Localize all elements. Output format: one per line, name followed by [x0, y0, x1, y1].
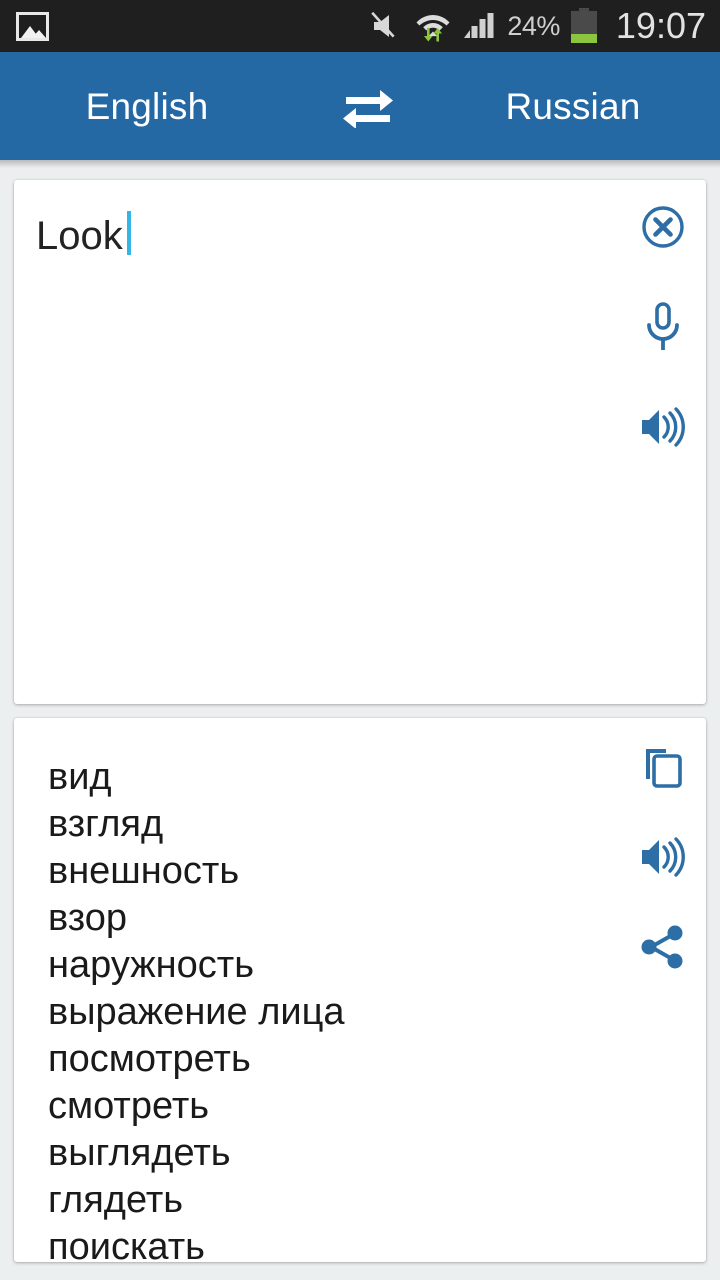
translation-actions	[634, 738, 692, 976]
status-bar: 24% 19:07	[0, 0, 720, 52]
share-icon	[641, 925, 683, 969]
listen-source-button[interactable]	[634, 398, 692, 456]
list-item: глядеть	[48, 1179, 184, 1221]
signal-icon	[464, 13, 494, 38]
text-caret	[126, 211, 131, 255]
list-item: выражение лица	[48, 991, 345, 1033]
copy-button[interactable]	[634, 738, 692, 796]
source-language-button[interactable]: English	[0, 88, 320, 125]
voice-input-button[interactable]	[634, 298, 692, 356]
speaker-icon	[642, 407, 685, 447]
microphone-icon	[647, 302, 679, 350]
source-actions	[634, 198, 692, 456]
swap-languages-button[interactable]	[320, 84, 416, 128]
translation-list: вид взгляд внешность взор наружность выр…	[48, 754, 576, 1262]
swap-horizontal-icon	[343, 90, 393, 128]
copy-icon	[646, 749, 682, 788]
list-item: внешность	[48, 850, 240, 892]
sound-off-icon	[371, 11, 395, 38]
battery-percentage: 24%	[507, 10, 560, 41]
app-screen: 24% 19:07 English Russian Look вид взгля…	[0, 0, 720, 1280]
photo-icon	[16, 11, 49, 41]
listen-translation-button[interactable]	[634, 828, 692, 886]
app-bar: English Russian	[0, 52, 720, 160]
status-bar-notifications	[0, 11, 49, 41]
list-item: взор	[48, 897, 128, 939]
wifi-icon	[416, 15, 450, 42]
status-bar-clock: 19:07	[615, 5, 706, 46]
app-bar-shadow	[0, 160, 720, 168]
list-item: взгляд	[48, 803, 164, 845]
list-item: посмотреть	[48, 1038, 251, 1080]
list-item: выглядеть	[48, 1132, 231, 1174]
list-item: наружность	[48, 944, 254, 986]
share-button[interactable]	[634, 918, 692, 976]
source-text-input[interactable]: Look	[36, 205, 586, 259]
list-item: вид	[48, 756, 112, 798]
clear-button[interactable]	[634, 198, 692, 256]
status-bar-system-icons: 24% 19:07	[370, 8, 720, 44]
speaker-icon	[642, 837, 685, 877]
source-text-value: Look	[36, 214, 123, 258]
clear-icon	[642, 206, 684, 248]
translation-result-card[interactable]: вид взгляд внешность взор наружность выр…	[14, 718, 706, 1262]
list-item: поискать	[48, 1226, 205, 1262]
battery-icon	[570, 8, 597, 43]
list-item: смотреть	[48, 1085, 210, 1127]
source-text-card[interactable]: Look	[14, 180, 706, 704]
target-language-button[interactable]: Russian	[416, 88, 720, 125]
